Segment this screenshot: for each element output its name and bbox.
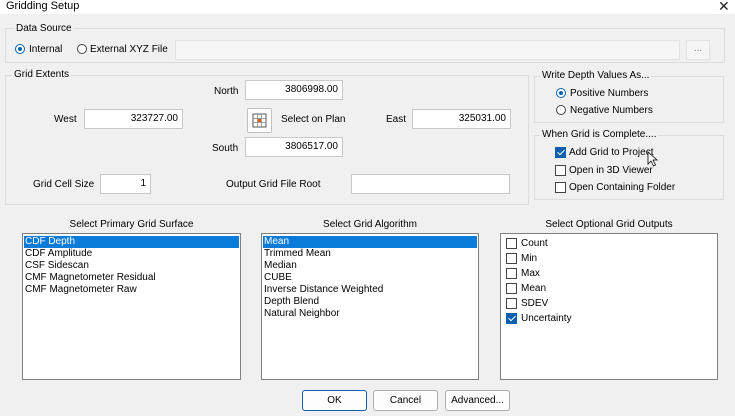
positive-numbers-label[interactable]: Positive Numbers (570, 88, 648, 100)
open-containing-folder-label[interactable]: Open Containing Folder (569, 182, 675, 194)
list-item[interactable]: CDF Depth (24, 236, 239, 248)
grid-cell-size-input[interactable]: 1 (100, 174, 151, 194)
list-item[interactable]: Median (263, 260, 477, 272)
ok-button[interactable]: OK (302, 390, 367, 411)
data-source-label: Data Source (14, 23, 74, 35)
open-in-3d-viewer-label[interactable]: Open in 3D Viewer (569, 165, 653, 177)
south-label: South (212, 143, 239, 154)
external-xyz-radio[interactable] (77, 44, 87, 54)
cancel-button[interactable]: Cancel (373, 390, 438, 411)
count-checkbox[interactable] (506, 238, 517, 249)
algorithm-listbox[interactable]: Mean Trimmed Mean Median CUBE Inverse Di… (261, 233, 479, 380)
optional-outputs-label: Select Optional Grid Outputs (545, 219, 673, 230)
when-complete-label: When Grid is Complete.... (540, 129, 659, 141)
max-checkbox[interactable] (506, 268, 517, 279)
list-item[interactable]: CMF Magnetometer Residual (24, 272, 239, 284)
add-grid-to-project-label[interactable]: Add Grid to Project (569, 147, 653, 159)
primary-surface-listbox[interactable]: CDF Depth CDF Amplitude CSF Sidescan CMF… (22, 233, 241, 380)
sdev-label[interactable]: SDEV (521, 298, 548, 310)
south-input[interactable]: 3806517.00 (245, 137, 343, 157)
min-checkbox[interactable] (506, 253, 517, 264)
grid-cell-size-label: Grid Cell Size (33, 179, 95, 190)
east-label: East (386, 114, 407, 125)
title-bar (0, 0, 735, 14)
open-containing-folder-checkbox[interactable] (555, 182, 566, 193)
mean-checkbox[interactable] (506, 283, 517, 294)
list-item[interactable]: Natural Neighbor (263, 308, 477, 320)
list-item[interactable]: Depth Blend (263, 296, 477, 308)
primary-surface-label: Select Primary Grid Surface (69, 219, 194, 230)
uncertainty-label[interactable]: Uncertainty (521, 313, 572, 325)
depth-values-label: Write Depth Values As... (540, 70, 652, 82)
mouse-cursor-icon (647, 151, 659, 167)
grid-select-icon (252, 113, 267, 128)
list-item[interactable]: CMF Magnetometer Raw (24, 284, 239, 296)
min-label[interactable]: Min (521, 253, 537, 265)
list-item[interactable]: CSF Sidescan (24, 260, 239, 272)
output-file-root-label: Output Grid File Root (226, 179, 321, 190)
output-file-root-input[interactable] (351, 174, 510, 194)
external-xyz-label[interactable]: External XYZ File (90, 44, 168, 56)
list-item[interactable]: Inverse Distance Weighted (263, 284, 477, 296)
max-label[interactable]: Max (521, 268, 540, 280)
list-item[interactable]: CUBE (263, 272, 477, 284)
west-label: West (54, 114, 77, 125)
list-item[interactable]: Trimmed Mean (263, 248, 477, 260)
internal-radio[interactable] (15, 44, 25, 54)
uncertainty-checkbox[interactable] (506, 313, 517, 324)
mean-label[interactable]: Mean (521, 283, 546, 295)
browse-button[interactable]: ... (686, 40, 710, 60)
advanced-button[interactable]: Advanced... (445, 390, 510, 411)
count-label[interactable]: Count (521, 238, 548, 250)
grid-extents-label: Grid Extents (12, 69, 72, 81)
sdev-checkbox[interactable] (506, 298, 517, 309)
optional-outputs-listbox: Count Min Max Mean SDEV Uncertainty (500, 233, 718, 380)
north-label: North (214, 86, 239, 97)
window-title: Gridding Setup (6, 0, 80, 12)
negative-numbers-radio[interactable] (556, 105, 566, 115)
add-grid-to-project-checkbox[interactable] (555, 147, 566, 158)
positive-numbers-radio[interactable] (556, 88, 566, 98)
list-item[interactable]: CDF Amplitude (24, 248, 239, 260)
list-item[interactable]: Mean (263, 236, 477, 248)
open-in-3d-viewer-checkbox[interactable] (555, 165, 566, 176)
select-on-plan-label: Select on Plan (281, 114, 346, 125)
close-icon[interactable]: ✕ (718, 0, 730, 14)
internal-label[interactable]: Internal (29, 44, 62, 56)
north-input[interactable]: 3806998.00 (245, 80, 343, 100)
west-input[interactable]: 323727.00 (84, 109, 183, 129)
east-input[interactable]: 325031.00 (412, 109, 511, 129)
select-on-plan-button[interactable] (247, 108, 272, 133)
negative-numbers-label[interactable]: Negative Numbers (570, 105, 653, 117)
external-file-path-input[interactable] (175, 40, 680, 60)
algorithm-label: Select Grid Algorithm (323, 219, 417, 230)
